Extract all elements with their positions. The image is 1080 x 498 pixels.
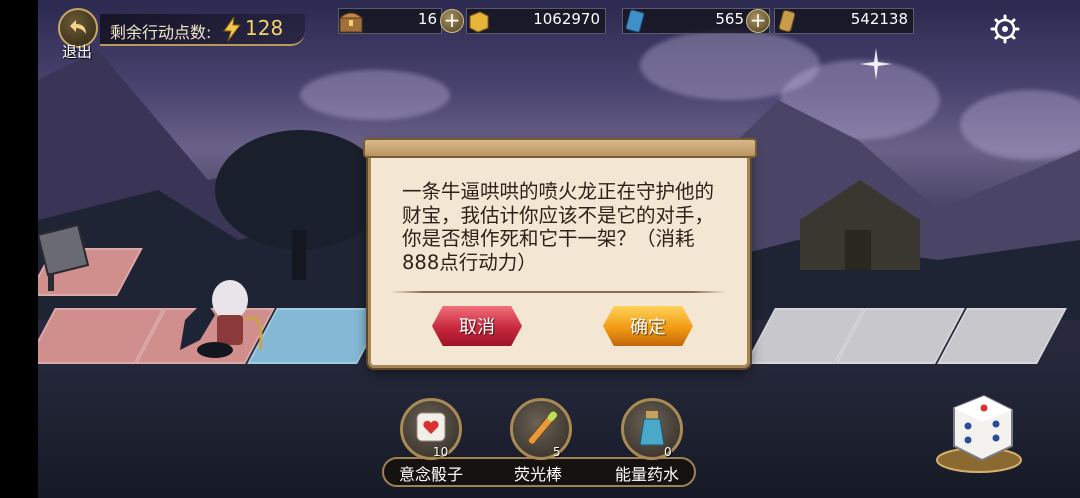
dialog-message: 一条牛逼哄哄的喷火龙正在守护他的财宝，我估计你应该不是它的对手，你是否想作死和它… xyxy=(402,180,715,274)
resource-value-gold: 1062970 xyxy=(533,10,600,28)
treasure-chest-icon xyxy=(338,12,364,33)
blue-gem-icon xyxy=(625,9,645,33)
gold-coin-icon xyxy=(469,11,489,33)
item-slot-potion[interactable] xyxy=(621,398,683,460)
item-label-potion: 能量药水 xyxy=(614,465,679,484)
item-count-dice: 10 xyxy=(433,445,449,459)
action-points-value: 128 xyxy=(245,16,284,40)
settings-gear-icon[interactable] xyxy=(990,14,1020,44)
cancel-button-label: 取消 xyxy=(459,317,495,338)
item-count-glowstick: 5 xyxy=(553,445,561,459)
bronze-coin-icon xyxy=(778,9,796,33)
star-icon xyxy=(860,48,892,80)
resource-value-chest: 16 xyxy=(417,10,437,28)
resource-value-bronze: 542138 xyxy=(850,10,908,28)
item-slot-glowstick[interactable] xyxy=(510,398,572,460)
exit-label: 退出 xyxy=(62,43,93,61)
confirm-button-label: 确定 xyxy=(630,317,666,338)
add-gem-button[interactable]: + xyxy=(746,9,770,33)
confirm-button[interactable]: 确定 xyxy=(603,306,693,346)
dialog-divider xyxy=(390,291,726,293)
lightning-bolt-icon xyxy=(223,17,241,41)
dialog-header-bar xyxy=(363,138,757,158)
action-points-label: 剩余行动点数: xyxy=(110,23,212,42)
screen-edge xyxy=(0,0,38,498)
add-chest-button[interactable]: + xyxy=(440,9,464,33)
back-arrow-icon xyxy=(70,20,86,34)
item-slot-dice[interactable] xyxy=(400,398,462,460)
bench xyxy=(38,225,90,291)
item-label-glowstick: 荧光棒 xyxy=(513,465,562,484)
item-count-potion: 0 xyxy=(664,445,672,459)
resource-value-gem: 565 xyxy=(715,10,744,28)
item-label-dice: 意念骰子 xyxy=(398,465,463,484)
heart-dice-icon xyxy=(416,412,446,442)
barn xyxy=(800,180,920,270)
roll-dice-button[interactable] xyxy=(934,388,1024,474)
cancel-button[interactable]: 取消 xyxy=(432,306,522,346)
player-character[interactable] xyxy=(175,270,270,365)
